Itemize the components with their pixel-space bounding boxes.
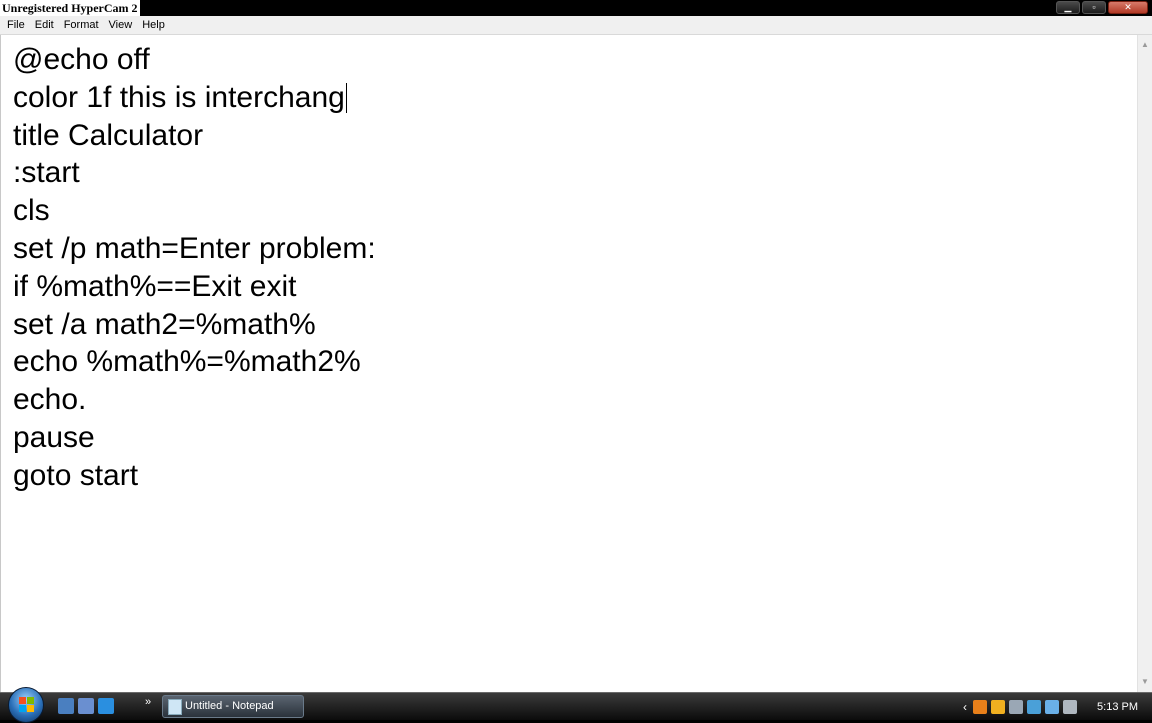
flag-tile	[27, 705, 34, 712]
editor-line: goto start	[13, 458, 139, 492]
editor-line-text: color 1f this is interchang	[13, 80, 345, 114]
minimize-button[interactable]: ▁	[1056, 1, 1080, 14]
taskbar-button-label: Untitled - Notepad	[185, 700, 274, 712]
tray-app-icon[interactable]	[991, 699, 1006, 714]
tray-app-icon[interactable]	[973, 699, 988, 714]
editor-line: echo %math%=%math2%	[13, 345, 361, 379]
scroll-down-arrow-icon[interactable]: ▼	[1138, 674, 1152, 690]
notepad-icon	[168, 699, 182, 715]
menu-help[interactable]: Help	[137, 16, 170, 35]
system-tray: ‹ 5:13 PM	[963, 693, 1152, 720]
quicklaunch-overflow-icon[interactable]: »	[145, 696, 151, 708]
text-caret	[345, 82, 347, 113]
menu-bar: File Edit Format View Help	[0, 16, 1152, 35]
taskbar-button-notepad[interactable]: Untitled - Notepad	[162, 695, 304, 718]
menu-format[interactable]: Format	[59, 16, 104, 35]
internet-explorer-icon[interactable]	[98, 698, 114, 714]
editor-line: title Calculator	[13, 118, 204, 152]
vertical-scrollbar[interactable]: ▲ ▼	[1137, 35, 1152, 692]
hypercam-watermark: Unregistered HyperCam 2	[0, 0, 140, 16]
clock[interactable]: 5:13 PM	[1097, 701, 1138, 713]
editor-line-current: color 1f this is interchang	[13, 79, 376, 117]
menu-view[interactable]: View	[104, 16, 138, 35]
windows-logo-icon	[19, 697, 34, 712]
text-editor[interactable]: @echo off color 1f this is interchang ti…	[0, 35, 1137, 692]
editor-line: pause	[13, 420, 95, 454]
volume-icon[interactable]	[1063, 699, 1078, 714]
editor-line: cls	[13, 194, 50, 228]
safely-remove-hardware-icon[interactable]	[1027, 699, 1042, 714]
editor-line: if %math%==Exit exit	[13, 269, 297, 303]
show-hidden-icons-icon[interactable]: ‹	[963, 700, 967, 714]
quick-launch	[58, 698, 114, 714]
editor-line: :start	[13, 156, 80, 190]
scroll-up-arrow-icon[interactable]: ▲	[1138, 37, 1152, 53]
start-button[interactable]	[8, 687, 44, 723]
tray-app-icon[interactable]	[1009, 699, 1024, 714]
menu-edit[interactable]: Edit	[30, 16, 59, 35]
taskbar: » Untitled - Notepad ‹ 5:13 PM	[0, 687, 1152, 723]
flag-tile	[19, 697, 26, 704]
editor-lines: @echo off color 1f this is interchang ti…	[13, 41, 376, 495]
switch-windows-icon[interactable]	[78, 698, 94, 714]
maximize-button[interactable]: ▫	[1082, 1, 1106, 14]
network-icon[interactable]	[1045, 699, 1060, 714]
flag-tile	[19, 705, 26, 712]
editor-line: echo.	[13, 383, 87, 417]
title-bar: Unregistered HyperCam 2 ▁ ▫ ✕	[0, 0, 1152, 16]
window-controls: ▁ ▫ ✕	[1056, 1, 1148, 15]
editor-line: set /p math=Enter problem:	[13, 231, 376, 265]
show-desktop-icon[interactable]	[58, 698, 74, 714]
menu-file[interactable]: File	[2, 16, 30, 35]
editor-line: set /a math2=%math%	[13, 307, 316, 341]
editor-line: @echo off	[13, 43, 150, 76]
close-button[interactable]: ✕	[1108, 1, 1148, 14]
flag-tile	[27, 697, 34, 704]
